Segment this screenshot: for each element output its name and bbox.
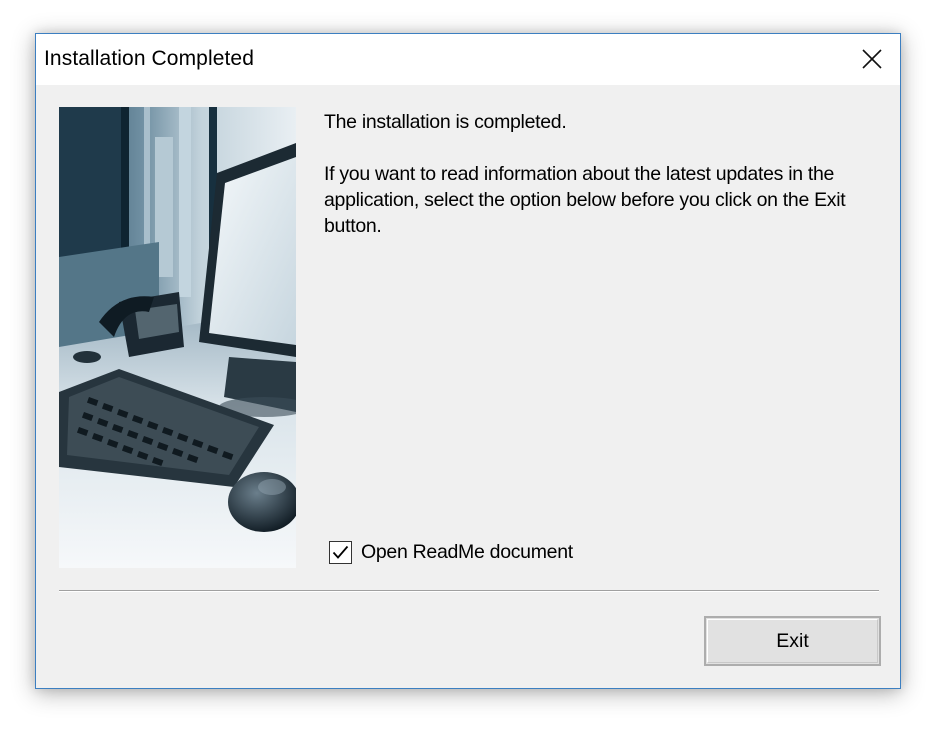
title-bar[interactable]: Installation Completed [36,34,900,85]
banner-image [59,107,296,568]
checkmark-icon [332,545,349,559]
office-desk-illustration [59,107,296,568]
exit-button-label: Exit [776,629,809,652]
installer-dialog: Installation Completed The installation … [35,33,901,689]
exit-button[interactable]: Exit [704,616,881,666]
separator [59,590,879,592]
close-icon [862,49,882,69]
close-button[interactable] [838,34,900,85]
readme-option[interactable]: Open ReadMe document [329,537,573,567]
readme-checkbox-label[interactable]: Open ReadMe document [361,541,573,564]
window-title: Installation Completed [44,47,254,70]
readme-checkbox[interactable] [329,540,352,564]
completion-message: If you want to read information about th… [324,163,846,237]
completion-heading: The installation is completed. [324,111,567,133]
